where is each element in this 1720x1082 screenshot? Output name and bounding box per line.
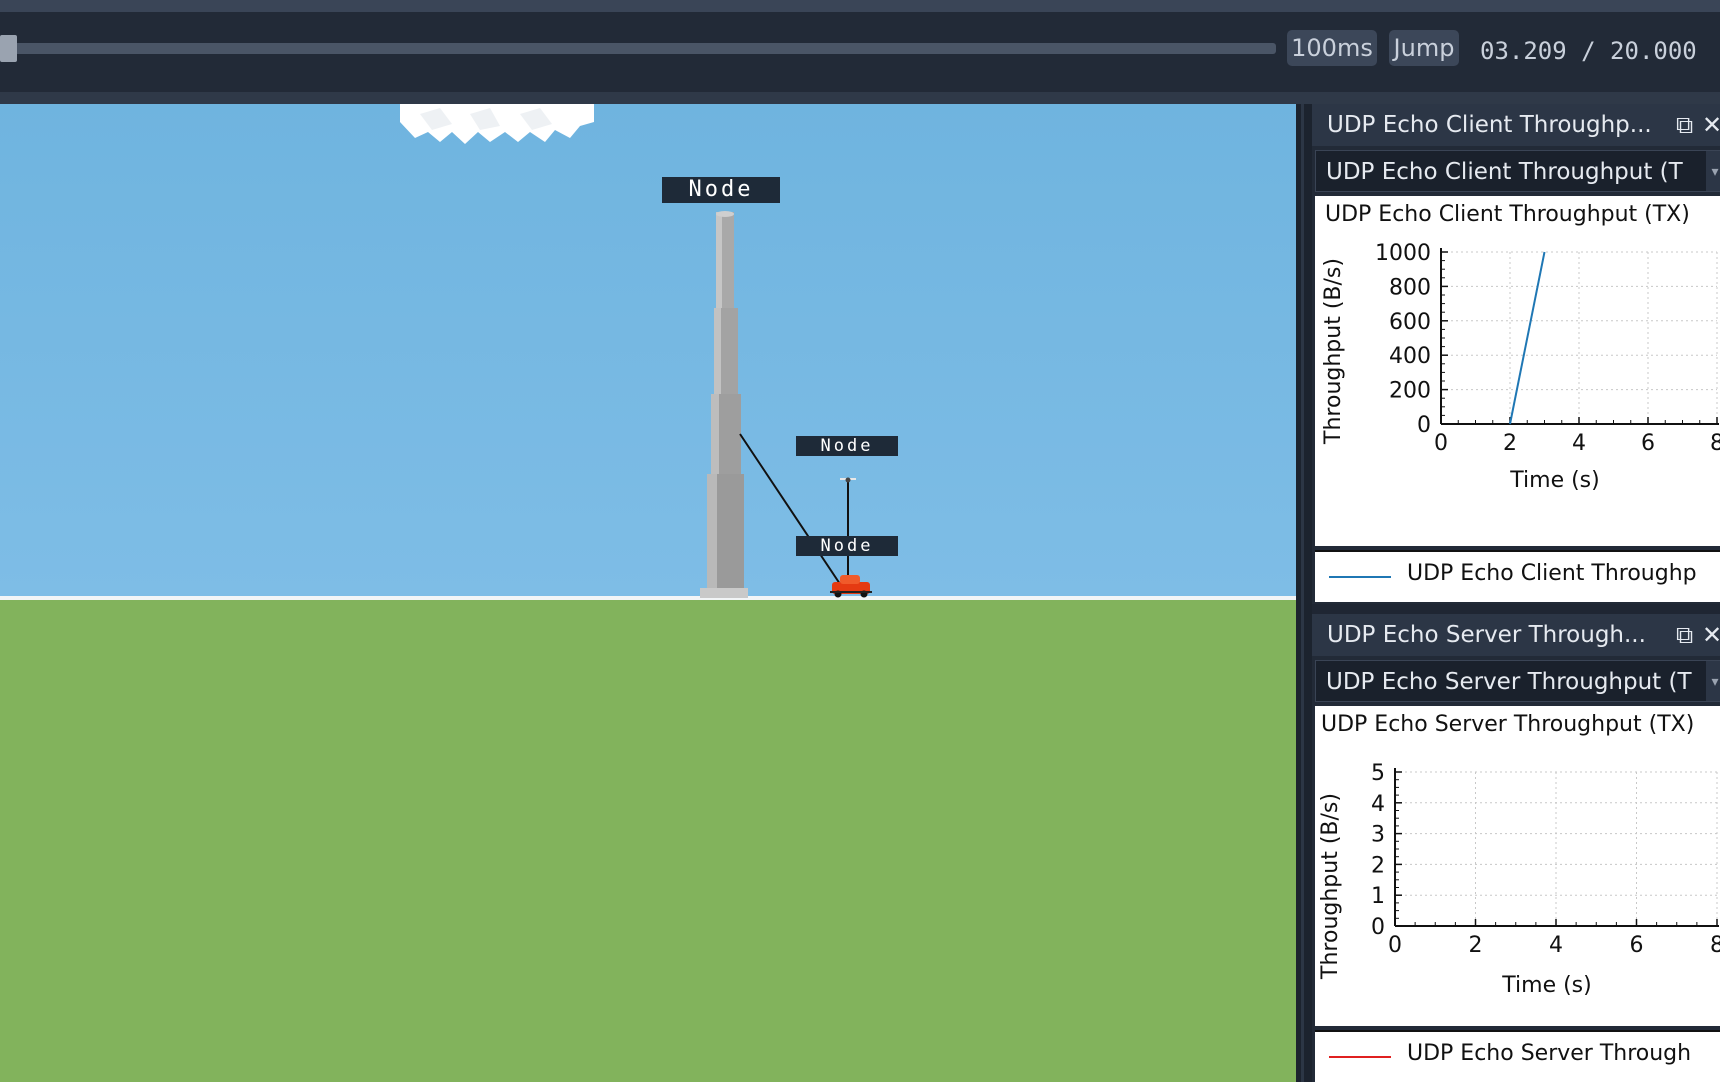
node-label: Node: [662, 177, 780, 203]
panel-title: UDP Echo Server Through...: [1327, 622, 1646, 648]
legend-label: UDP Echo Client Throughp: [1407, 561, 1697, 586]
chart-legend: UDP Echo Client Throughp: [1315, 550, 1720, 602]
jump-button[interactable]: Jump: [1389, 30, 1459, 66]
x-tick-label: 4: [1572, 431, 1586, 456]
panel-title-bar: UDP Echo Server Through... ⧉ ✕: [1312, 614, 1720, 656]
tower: [700, 211, 748, 598]
x-tick-label: 4: [1549, 933, 1563, 958]
client-chart-svg: 0 2 4 6 8 0 200 400 600 800 1000 Time (s) Through…: [1321, 241, 1720, 493]
time-display: 03.209 / 20.000: [1480, 37, 1697, 65]
graph-selector[interactable]: UDP Echo Client Throughput (T ▾: [1315, 150, 1720, 192]
y-tick-labels: 0 200 400 600 800 1000: [1375, 241, 1431, 438]
x-tick-label: 8: [1710, 933, 1720, 958]
y-tick-label: 800: [1389, 275, 1431, 300]
x-tick-label: 2: [1469, 933, 1483, 958]
x-tick-label: 2: [1503, 431, 1517, 456]
server-throughput-panel: UDP Echo Server Through... ⧉ ✕ UDP Echo …: [1312, 614, 1720, 1082]
cloud: [400, 104, 594, 144]
y-tick-label: 600: [1389, 310, 1431, 335]
chart-axes: [1394, 768, 1719, 927]
timeline-bar: 100ms Jump 03.209 / 20.000: [0, 0, 1720, 104]
restore-icon[interactable]: ⧉: [1676, 614, 1693, 656]
close-icon[interactable]: ✕: [1702, 104, 1720, 146]
node-label: Node: [796, 436, 898, 456]
window-top-strip: [0, 0, 1720, 12]
x-tick-label: 0: [1434, 431, 1448, 456]
y-tick-label: 4: [1371, 792, 1385, 817]
restore-icon[interactable]: ⧉: [1676, 104, 1693, 146]
y-tick-label: 1000: [1375, 241, 1431, 266]
graph-selector[interactable]: UDP Echo Server Throughput (T ▾: [1315, 660, 1720, 702]
x-tick-label: 8: [1710, 431, 1720, 456]
y-tick-label: 0: [1417, 413, 1431, 438]
server-chart: UDP Echo Server Throughput (TX) 02468 01…: [1315, 706, 1720, 1026]
panel-title-bar: UDP Echo Client Throughp... ⧉ ✕: [1312, 104, 1720, 146]
panel-title: UDP Echo Client Throughp...: [1327, 112, 1652, 138]
chart-grid: [1395, 771, 1718, 926]
splitter-handle[interactable]: [1296, 104, 1312, 1082]
x-axis-label: Time (s): [1509, 468, 1599, 493]
chart-axes: [1440, 248, 1719, 425]
series-line: [1509, 251, 1546, 425]
speed-button[interactable]: 100ms: [1287, 30, 1377, 66]
x-tick-label: 6: [1630, 933, 1644, 958]
drone-node: [840, 477, 856, 590]
server-chart-svg: 02468 012345 Time (s) Throughput (B/s): [1318, 761, 1720, 998]
y-tick-label: 2: [1371, 853, 1385, 878]
scene-view[interactable]: Node Node Node: [0, 104, 1296, 1082]
y-tick-label: 1: [1371, 884, 1385, 909]
graph-selector-value: UDP Echo Client Throughput (T: [1326, 159, 1683, 185]
y-tick-label: 0: [1371, 915, 1385, 940]
y-tick-labels: 0 1 2 3 4 5: [1371, 761, 1385, 940]
close-icon[interactable]: ✕: [1702, 614, 1720, 656]
x-tick-labels: 0 2 4 6 8: [1388, 933, 1720, 958]
y-axis-label: Throughput (B/s): [1321, 258, 1346, 445]
chevron-down-icon[interactable]: ▾: [1706, 661, 1720, 701]
x-axis-label: Time (s): [1501, 973, 1591, 998]
node-label: Node: [796, 536, 898, 556]
legend-swatch: [1329, 1056, 1391, 1058]
y-tick-label: 200: [1389, 379, 1431, 404]
client-chart: UDP Echo Client Throughput (TX) 02468 02…: [1315, 196, 1720, 546]
chart-legend: UDP Echo Server Through: [1315, 1030, 1720, 1082]
x-tick-label: 6: [1641, 431, 1655, 456]
legend-swatch: [1329, 576, 1391, 578]
y-axis-label: Throughput (B/s): [1318, 793, 1343, 980]
y-tick-label: 5: [1371, 761, 1385, 786]
legend-label: UDP Echo Server Through: [1407, 1041, 1692, 1066]
x-tick-label: 0: [1388, 933, 1402, 958]
y-tick-label: 3: [1371, 823, 1385, 848]
chart-grid: [1441, 251, 1718, 424]
chevron-down-icon[interactable]: ▾: [1706, 151, 1720, 191]
timeline-slider-thumb[interactable]: [0, 35, 17, 62]
y-tick-label: 400: [1389, 344, 1431, 369]
wireless-link-line: [739, 433, 843, 588]
scene-objects: [400, 104, 872, 598]
graph-selector-value: UDP Echo Server Throughput (T: [1326, 669, 1692, 695]
timeline-slider-track[interactable]: [0, 43, 1276, 54]
chart-series: [1509, 251, 1546, 425]
client-throughput-panel: UDP Echo Client Throughp... ⧉ ✕ UDP Echo…: [1312, 104, 1720, 604]
x-tick-labels: 0 2 4 6 8: [1434, 431, 1720, 456]
timeline-bottom-rim: [0, 92, 1720, 104]
